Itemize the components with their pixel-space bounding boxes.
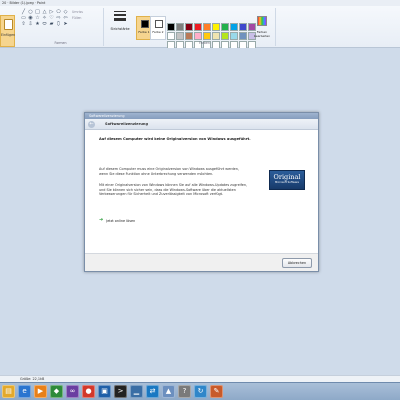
dialog-paragraph-1: Auf diesem Computer muss eine Originalve… (99, 167, 239, 176)
line-width-button[interactable]: Strichstärke (108, 9, 132, 45)
licensing-dialog: Softwarelizenzierung ← Softwarelizenzier… (84, 112, 319, 272)
ie-icon[interactable]: e (18, 385, 31, 398)
line-width-icon (114, 11, 126, 23)
green-arrow-icon: ➜ (99, 217, 104, 223)
cancel-button[interactable]: Abbrechen (282, 258, 312, 268)
dialog-header: ← Softwarelizenzierung (85, 119, 318, 130)
taskbar: ▤ e ▶ ◆ ∞ ● ▣ > ▁ ⇄ ▲? ↻ ✎ (0, 382, 400, 400)
paint-icon[interactable]: ✎ (210, 385, 223, 398)
genuine-microsoft-logo: Original Microsoft Software (269, 170, 305, 190)
dialog-body: Auf diesem Computer wird keine Originalv… (85, 130, 318, 257)
paste-label: Einfügen (1, 33, 16, 37)
dialog-heading: Softwarelizenzierung (105, 122, 149, 126)
resolve-online-label: Jetzt online lösen (106, 218, 136, 223)
not-genuine-message: Auf diesem Computer wird keine Originalv… (99, 137, 251, 141)
colors-group-label: Farben (199, 41, 210, 45)
performance-icon[interactable]: ▁ (130, 385, 143, 398)
shapes-group: Formen (18, 8, 104, 46)
logo-subtitle: Microsoft Software (274, 181, 300, 184)
dialog-footer: Abbrechen (85, 253, 318, 271)
resolve-online-link[interactable]: ➜ Jetzt online lösen (99, 218, 135, 223)
colors-group: Farben (134, 8, 276, 46)
dialog-paragraph-2: Mit einer Originalversion von Windows kö… (99, 183, 248, 197)
clipboard-icon (4, 19, 13, 30)
chrome-icon[interactable]: ● (82, 385, 95, 398)
shapes-group-label: Formen (54, 41, 67, 45)
teamviewer-icon[interactable]: ⇄ (146, 385, 159, 398)
unknown-app-icon[interactable]: ? (178, 385, 191, 398)
back-arrow-icon[interactable]: ← (88, 121, 95, 128)
line-width-label: Strichstärke (110, 27, 130, 31)
refresh-icon[interactable]: ↻ (194, 385, 207, 398)
app-green-icon[interactable]: ◆ (50, 385, 63, 398)
explorer-icon[interactable]: ▤ (2, 385, 15, 398)
cmd-icon[interactable]: > (114, 385, 127, 398)
virtualbox-icon[interactable]: ▣ (98, 385, 111, 398)
photo-viewer-icon[interactable]: ▲ (162, 385, 175, 398)
status-bar: Größe: 22,1kB (0, 375, 400, 382)
logo-title: Original (273, 173, 301, 181)
visual-studio-icon[interactable]: ∞ (66, 385, 79, 398)
mediaplayer-icon[interactable]: ▶ (34, 385, 47, 398)
paste-button[interactable]: Einfügen (0, 15, 15, 47)
ribbon-toolbar: Einfügen ╱ ○ □ △ ▷ ⬠ ◇ ▭ ◉ ☆ ✧ ♡ ⇨ ⇦ ⇧ ⇩ ★ ⬭ ▰ ⬯ ➤ Umriss Fü… (0, 6, 400, 49)
